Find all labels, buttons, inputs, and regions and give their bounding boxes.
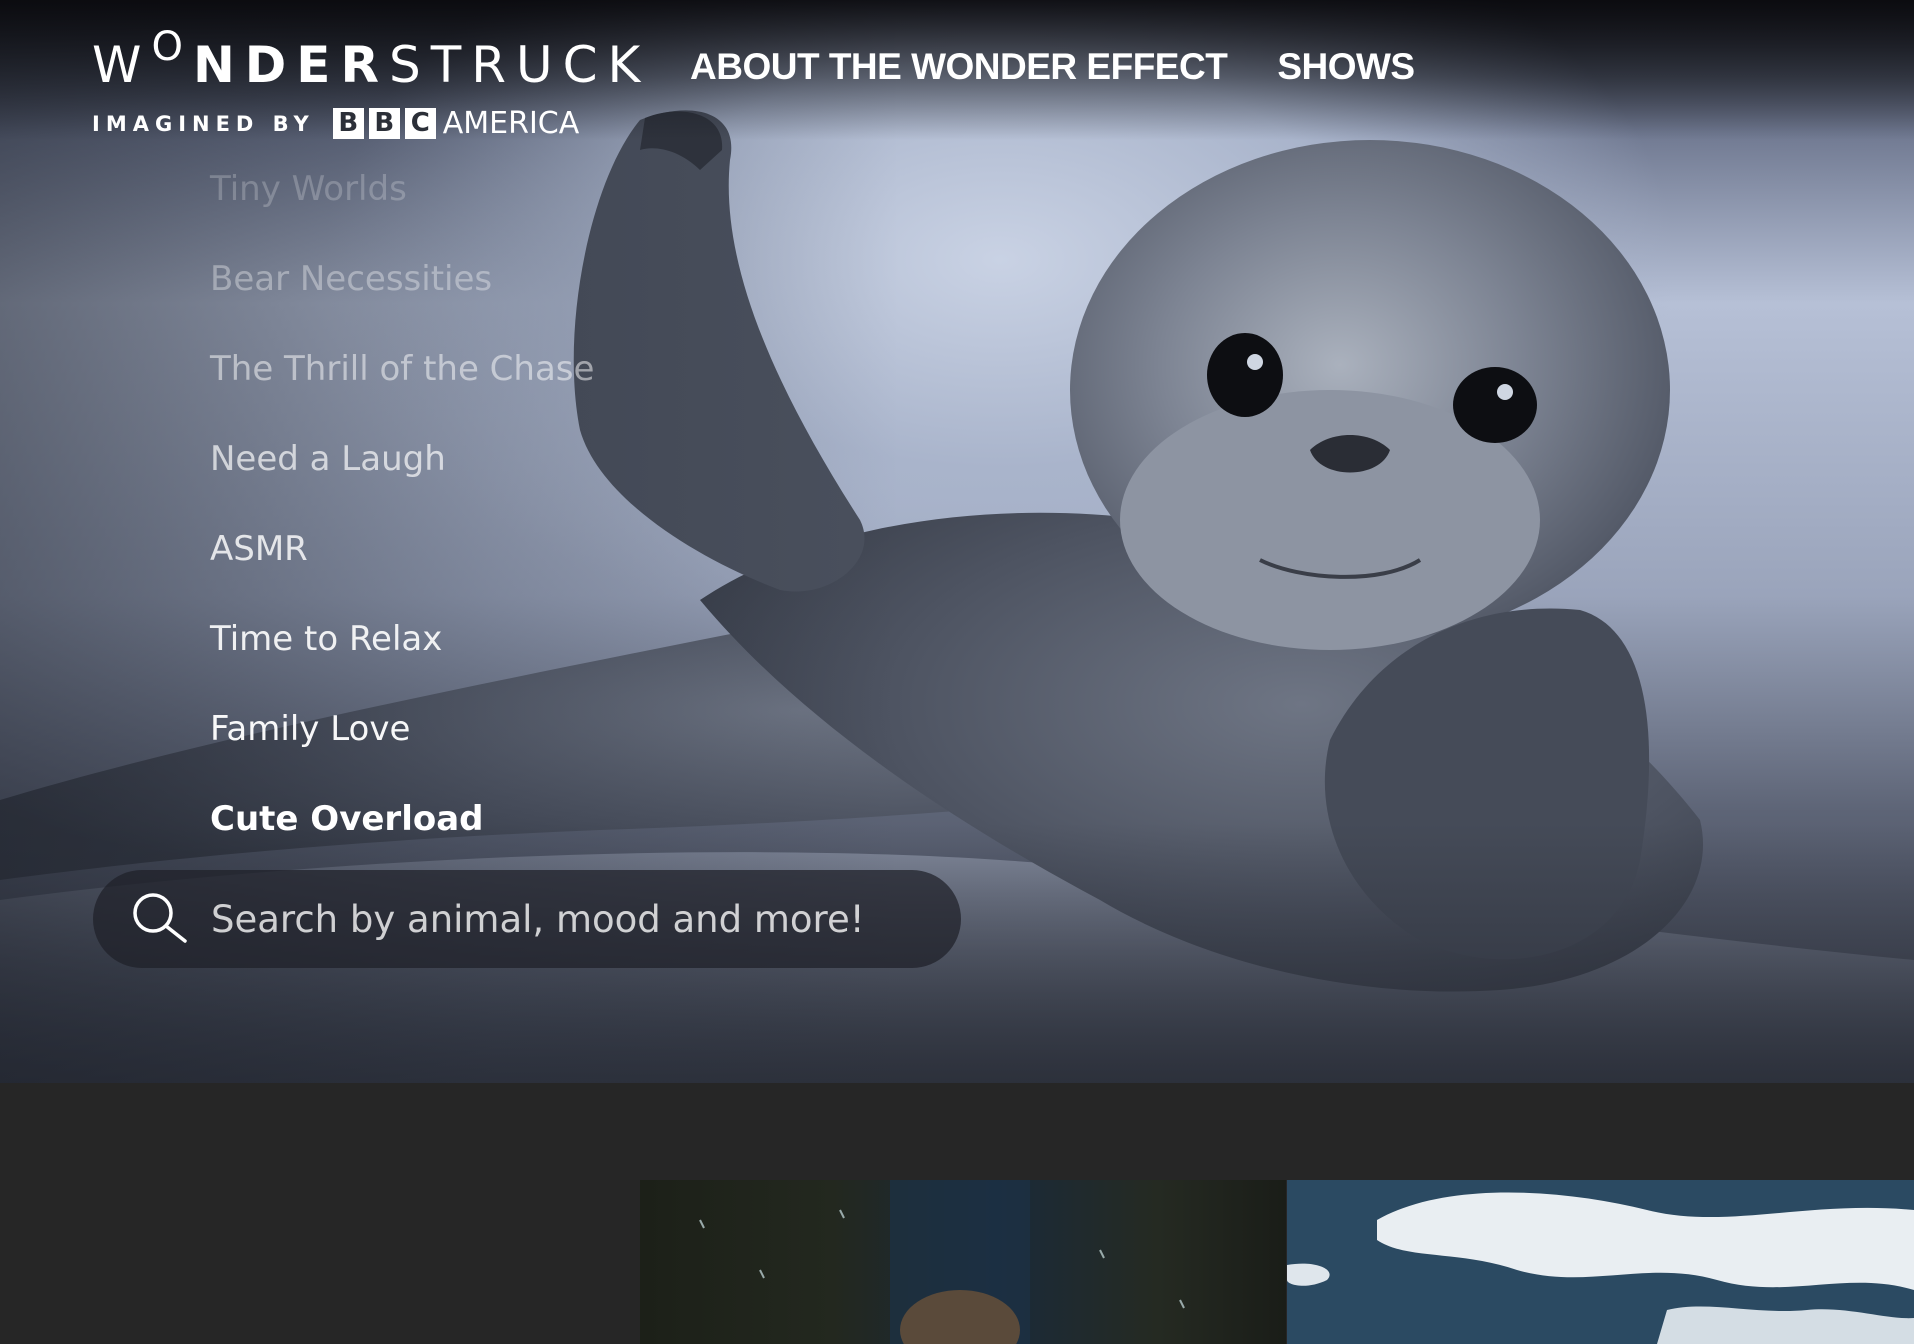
show-thumbnail-2[interactable] [1287,1180,1914,1344]
mood-item-thrill-of-the-chase[interactable]: The Thrill of the Chase [210,324,594,414]
logo-subline: IMAGINED BY B B C AMERICA [92,106,650,141]
mood-item-bear-necessities[interactable]: Bear Necessities [210,234,594,324]
nav-about-wonder-effect[interactable]: ABOUT THE WONDER EFFECT [690,46,1228,88]
wonderstruck-logo[interactable]: WONDERSTRUCK IMAGINED BY B B C AMERICA [92,24,651,141]
mood-list: Tiny Worlds Bear Necessities The Thrill … [210,144,594,864]
mood-item-time-to-relax[interactable]: Time to Relax [210,594,594,684]
search-bar[interactable] [93,870,961,968]
logo-wordmark: WONDERSTRUCK [92,24,651,94]
show-thumbnail-1[interactable] [640,1180,1286,1344]
main-nav: ABOUT THE WONDER EFFECT SHOWS [690,46,1415,88]
mood-item-tiny-worlds[interactable]: Tiny Worlds [210,144,594,234]
bbc-logo-b1: B [332,108,364,139]
mood-item-cute-overload[interactable]: Cute Overload [210,774,594,864]
imagined-by-text: IMAGINED BY [92,111,315,136]
nav-shows[interactable]: SHOWS [1277,46,1415,88]
thumbnail-1-image [699,1180,1185,1344]
search-icon [133,893,187,943]
bbc-logo-c: C [404,108,436,139]
mood-item-family-love[interactable]: Family Love [210,684,594,774]
mood-item-asmr[interactable]: ASMR [210,504,594,594]
search-input[interactable] [209,896,961,942]
america-text: AMERICA [442,106,580,141]
bbc-logo-b2: B [368,108,400,139]
thumbnail-2-image [1287,1180,1914,1344]
mood-item-need-a-laugh[interactable]: Need a Laugh [210,414,594,504]
